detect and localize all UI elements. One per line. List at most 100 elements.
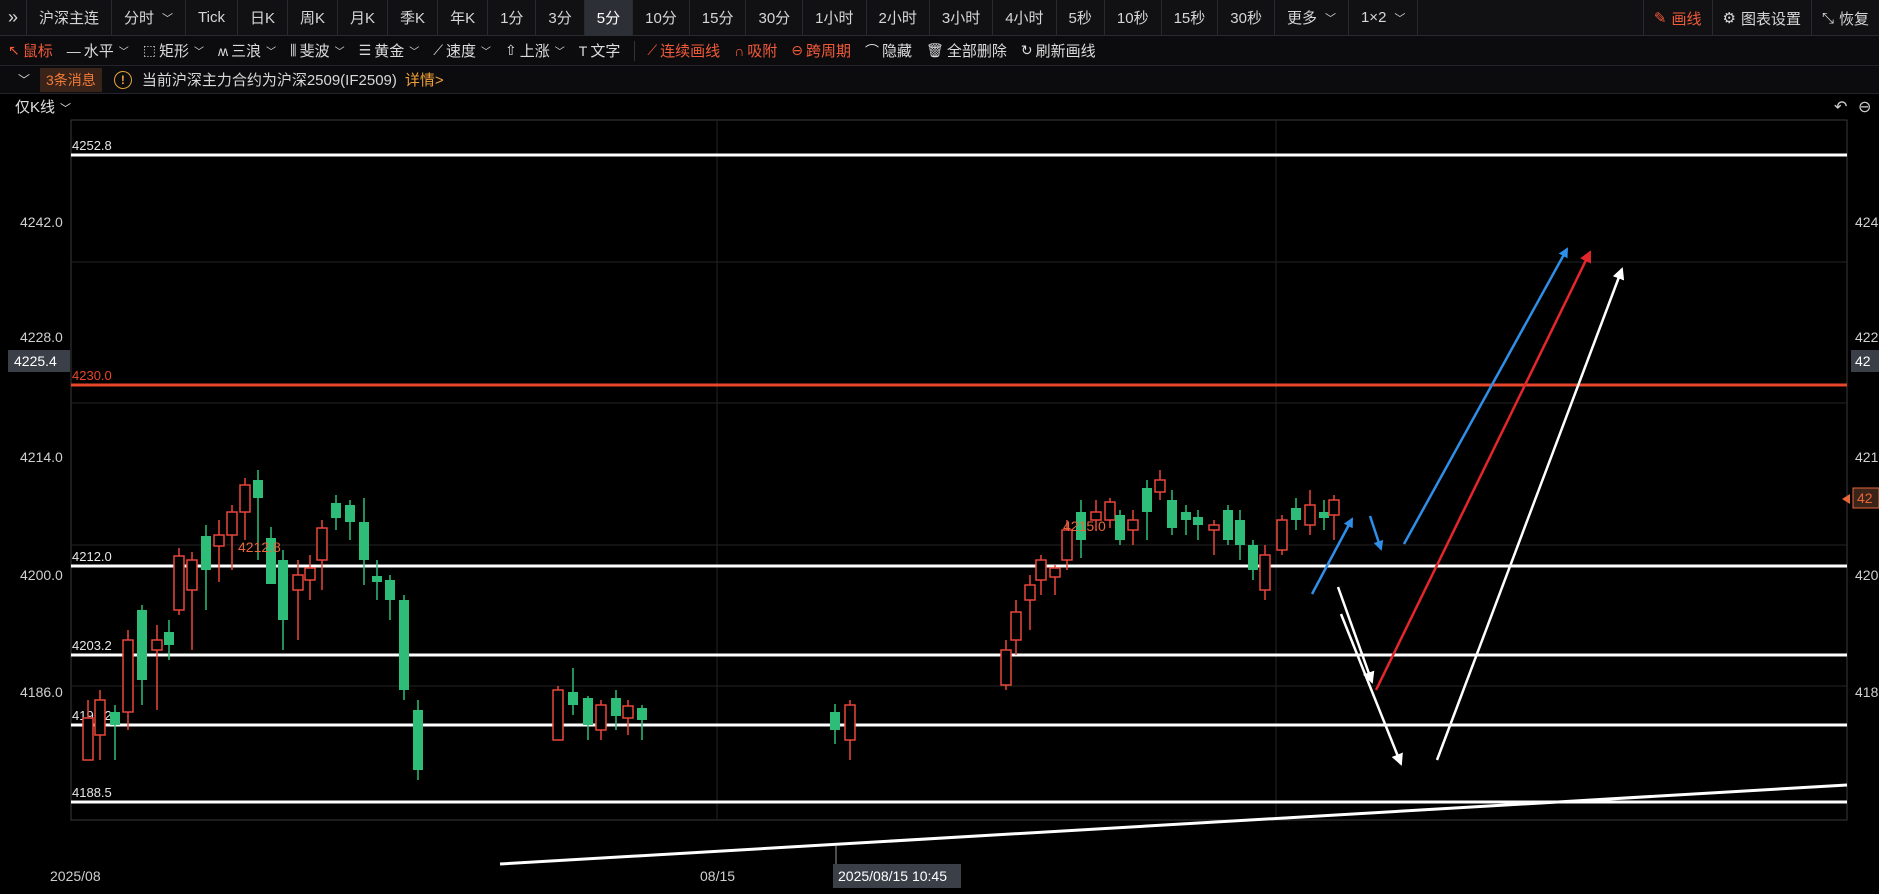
x-label-1: 08/15 [700, 868, 735, 884]
more-periods-dropdown[interactable]: 更多 ﹀ [1275, 0, 1349, 36]
candle-body [1319, 512, 1329, 518]
candle-body [359, 522, 369, 560]
candle-body [1024, 584, 1036, 601]
candle-body [1010, 611, 1022, 641]
tool-rectangle[interactable]: ⬚ 矩形 ﹀ [143, 40, 204, 61]
layout-dropdown[interactable]: 1×2 ﹀ [1349, 0, 1419, 36]
hline-label-4230: 4230.0 [72, 368, 112, 383]
cursor-icon: ↖ [8, 42, 20, 58]
tab-period-9[interactable]: 5分 [584, 0, 634, 36]
candle-body [1223, 510, 1233, 540]
cross-period-toggle[interactable]: ⊖ 跨周期 [791, 40, 851, 61]
tool-three-waves[interactable]: ʍ 三浪 ﹀ [218, 40, 276, 61]
tool-speed[interactable]: ⟋ 速度 ﹀ [433, 40, 491, 61]
tab-period-4[interactable]: 月K [338, 0, 389, 36]
tool-rise[interactable]: ⇧ 上涨 ﹀ [505, 40, 565, 61]
left-price-axis: 4242.0 4228.0 4214.0 4200.0 4186.0 4225.… [8, 214, 70, 700]
refresh-drawings-button[interactable]: ↻ 刷新画线 [1021, 40, 1096, 61]
candle-body [213, 534, 225, 547]
y-tick-4214: 4214.0 [20, 449, 63, 465]
tab-period-7[interactable]: 1分 [488, 0, 537, 36]
tab-period-20[interactable]: 30秒 [1218, 0, 1275, 36]
tab-period-13[interactable]: 1小时 [803, 0, 867, 36]
tab-period-2[interactable]: 日K [238, 0, 289, 36]
tab-period-11[interactable]: 15分 [690, 0, 747, 36]
chart-settings-button[interactable]: ⚙ 图表设置 [1711, 0, 1811, 36]
rectangle-icon: ⬚ [142, 42, 156, 58]
candle-body [1167, 500, 1177, 528]
candle-body [1104, 501, 1116, 521]
time-axis: 2025/08 08/15 2025/08/15 10:45 [50, 864, 961, 888]
candle-body [595, 704, 607, 731]
tool-horizontal[interactable]: — 水平 ﹀ [67, 40, 129, 61]
tab-period-14[interactable]: 2小时 [867, 0, 930, 36]
candle-body [1154, 479, 1166, 493]
tab-period-5[interactable]: 季K [388, 0, 439, 36]
zoom-out-icon[interactable]: ⊖ [1858, 99, 1871, 116]
chart-mode-selector[interactable]: 仅K线 [15, 99, 55, 116]
snap-toggle[interactable]: ∩ 吸附 [734, 40, 777, 61]
tool-fibonacci[interactable]: ⫼ 斐波 ﹀ [290, 40, 344, 61]
trash-icon: 🗑 [926, 42, 944, 58]
drawing-toolbar: ↖ 鼠标 — 水平 ﹀ ⬚ 矩形 ﹀ ʍ 三浪 ﹀ ⫼ 斐波 ﹀ ☰ 黄金 ﹀ ⟋ 速度 ﹀ ⇧ 上涨 ﹀ T… [0, 36, 1879, 66]
tab-period-6[interactable]: 年K [438, 0, 489, 36]
speed-fan-icon: ⟋ [433, 42, 444, 58]
kline-chart[interactable]: 4252.8 4230.0 4212.0 4203.2 4196.2 4188.… [0, 94, 1879, 890]
tab-period-12[interactable]: 30分 [746, 0, 804, 36]
restore-button[interactable]: ⤡ 恢复 [1810, 0, 1879, 36]
undo-icon[interactable]: ↶ [1834, 99, 1847, 116]
candle-body [304, 567, 316, 581]
continuous-draw-toggle[interactable]: ⟋ 连续画线 [647, 40, 720, 61]
tab-period-17[interactable]: 5秒 [1057, 0, 1105, 36]
candle-body [201, 536, 211, 570]
chart-canvas[interactable]: 4252.8 4230.0 4212.0 4203.2 4196.2 4188.… [0, 94, 1879, 890]
collapse-chevron-icon[interactable]: ﹀ [18, 71, 30, 88]
double-chevron-icon: » [8, 7, 19, 27]
candle-body [278, 560, 288, 620]
tab-period-10[interactable]: 10分 [633, 0, 690, 36]
chevron-down-icon: ﹀ [266, 47, 277, 58]
diagonal-line-icon: ⟋ [647, 42, 658, 58]
chevron-down-icon: ﹀ [1394, 12, 1406, 25]
tab-period-19[interactable]: 15秒 [1162, 0, 1219, 36]
pencil-icon: ✎ [1653, 10, 1667, 27]
chevron-down-icon: ﹀ [481, 47, 492, 58]
y-tick-4200: 4200.0 [20, 567, 63, 583]
right-tick-3: 420 [1855, 567, 1879, 583]
chevron-down-icon: ﹀ [409, 47, 420, 58]
tool-text[interactable]: T 文字 [579, 40, 621, 61]
candle-body [1127, 519, 1139, 531]
candle-body [186, 559, 198, 591]
tab-period-8[interactable]: 3分 [536, 0, 585, 36]
symbol-selector[interactable]: 沪深主连 [27, 0, 113, 36]
delete-all-button[interactable]: 🗑 全部删除 [926, 40, 1007, 61]
tab-period-15[interactable]: 3小时 [930, 0, 994, 36]
tab-period-18[interactable]: 10秒 [1105, 0, 1162, 36]
tool-mouse[interactable]: ↖ 鼠标 [8, 40, 53, 61]
hide-eye-icon: ⌒ [865, 42, 880, 59]
crosshair-time-label: 2025/08/15 10:45 [838, 868, 947, 884]
candle-body [622, 705, 634, 719]
hide-drawings-button[interactable]: ⌒ 隐藏 [865, 40, 912, 61]
tool-golden[interactable]: ☰ 黄金 ﹀ [359, 40, 420, 61]
candle-body [82, 717, 94, 761]
candle-body [110, 712, 120, 725]
tab-period-1[interactable]: Tick [186, 0, 238, 36]
fibonacci-icon: ⫼ [290, 42, 297, 58]
candle-body [94, 699, 106, 736]
tab-period-0[interactable]: 分时 ﹀ [112, 0, 187, 36]
candle-body [1115, 515, 1125, 540]
right-tick-0: 424 [1855, 214, 1879, 230]
tab-period-3[interactable]: 周K [288, 0, 339, 36]
candle-body [1291, 508, 1301, 520]
message-count-badge[interactable]: 3条消息 [40, 67, 102, 92]
tab-period-16[interactable]: 4小时 [993, 0, 1057, 36]
message-detail-link[interactable]: 详情> [405, 69, 444, 90]
draw-line-button[interactable]: ✎ 画线 [1642, 0, 1712, 36]
menu-toggle-button[interactable]: » [0, 0, 28, 36]
candle-body [1276, 519, 1288, 551]
cross-period-icon: ⊖ [791, 42, 803, 58]
candle-body [239, 484, 251, 513]
current-price-label: 4225.4 [14, 353, 57, 369]
golden-ratio-icon: ☰ [358, 42, 372, 58]
